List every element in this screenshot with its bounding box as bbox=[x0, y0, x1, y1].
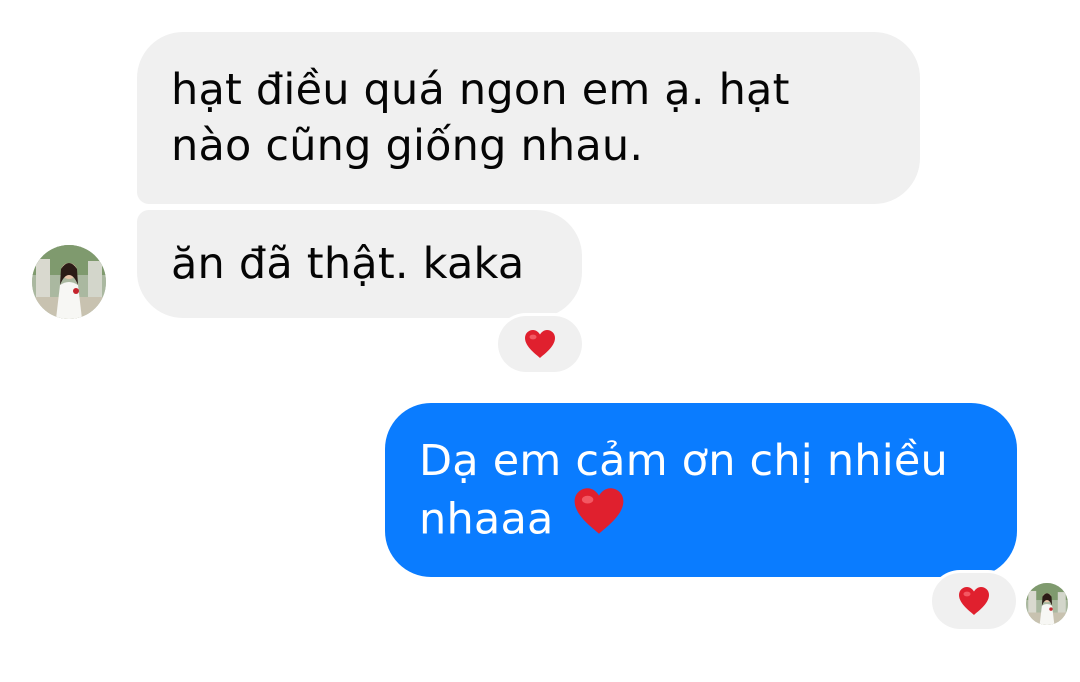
heart-icon bbox=[959, 587, 989, 615]
message-line: nào cũng giống nhau. bbox=[171, 121, 644, 171]
message-reaction[interactable] bbox=[932, 573, 1016, 629]
message-line: nhaaa bbox=[419, 494, 554, 545]
incoming-message-bubble[interactable]: ăn đã thật. kaka bbox=[137, 210, 582, 318]
chat-thread: hạt điều quá ngon em ạ. hạt nào cũng giố… bbox=[0, 0, 1080, 682]
message-line: ăn đã thật. kaka bbox=[171, 239, 525, 289]
heart-icon bbox=[525, 330, 555, 358]
read-receipt-avatar bbox=[1026, 583, 1068, 625]
message-reaction[interactable] bbox=[498, 316, 582, 372]
message-line: hạt điều quá ngon em ạ. hạt bbox=[171, 65, 790, 115]
message-line: Dạ em cảm ơn chị nhiều bbox=[419, 436, 948, 486]
incoming-message-bubble[interactable]: hạt điều quá ngon em ạ. hạt nào cũng giố… bbox=[137, 32, 920, 204]
outgoing-message-bubble[interactable]: Dạ em cảm ơn chị nhiều nhaaa bbox=[385, 403, 1017, 577]
sender-avatar[interactable] bbox=[32, 245, 106, 319]
heart-icon bbox=[571, 485, 627, 551]
